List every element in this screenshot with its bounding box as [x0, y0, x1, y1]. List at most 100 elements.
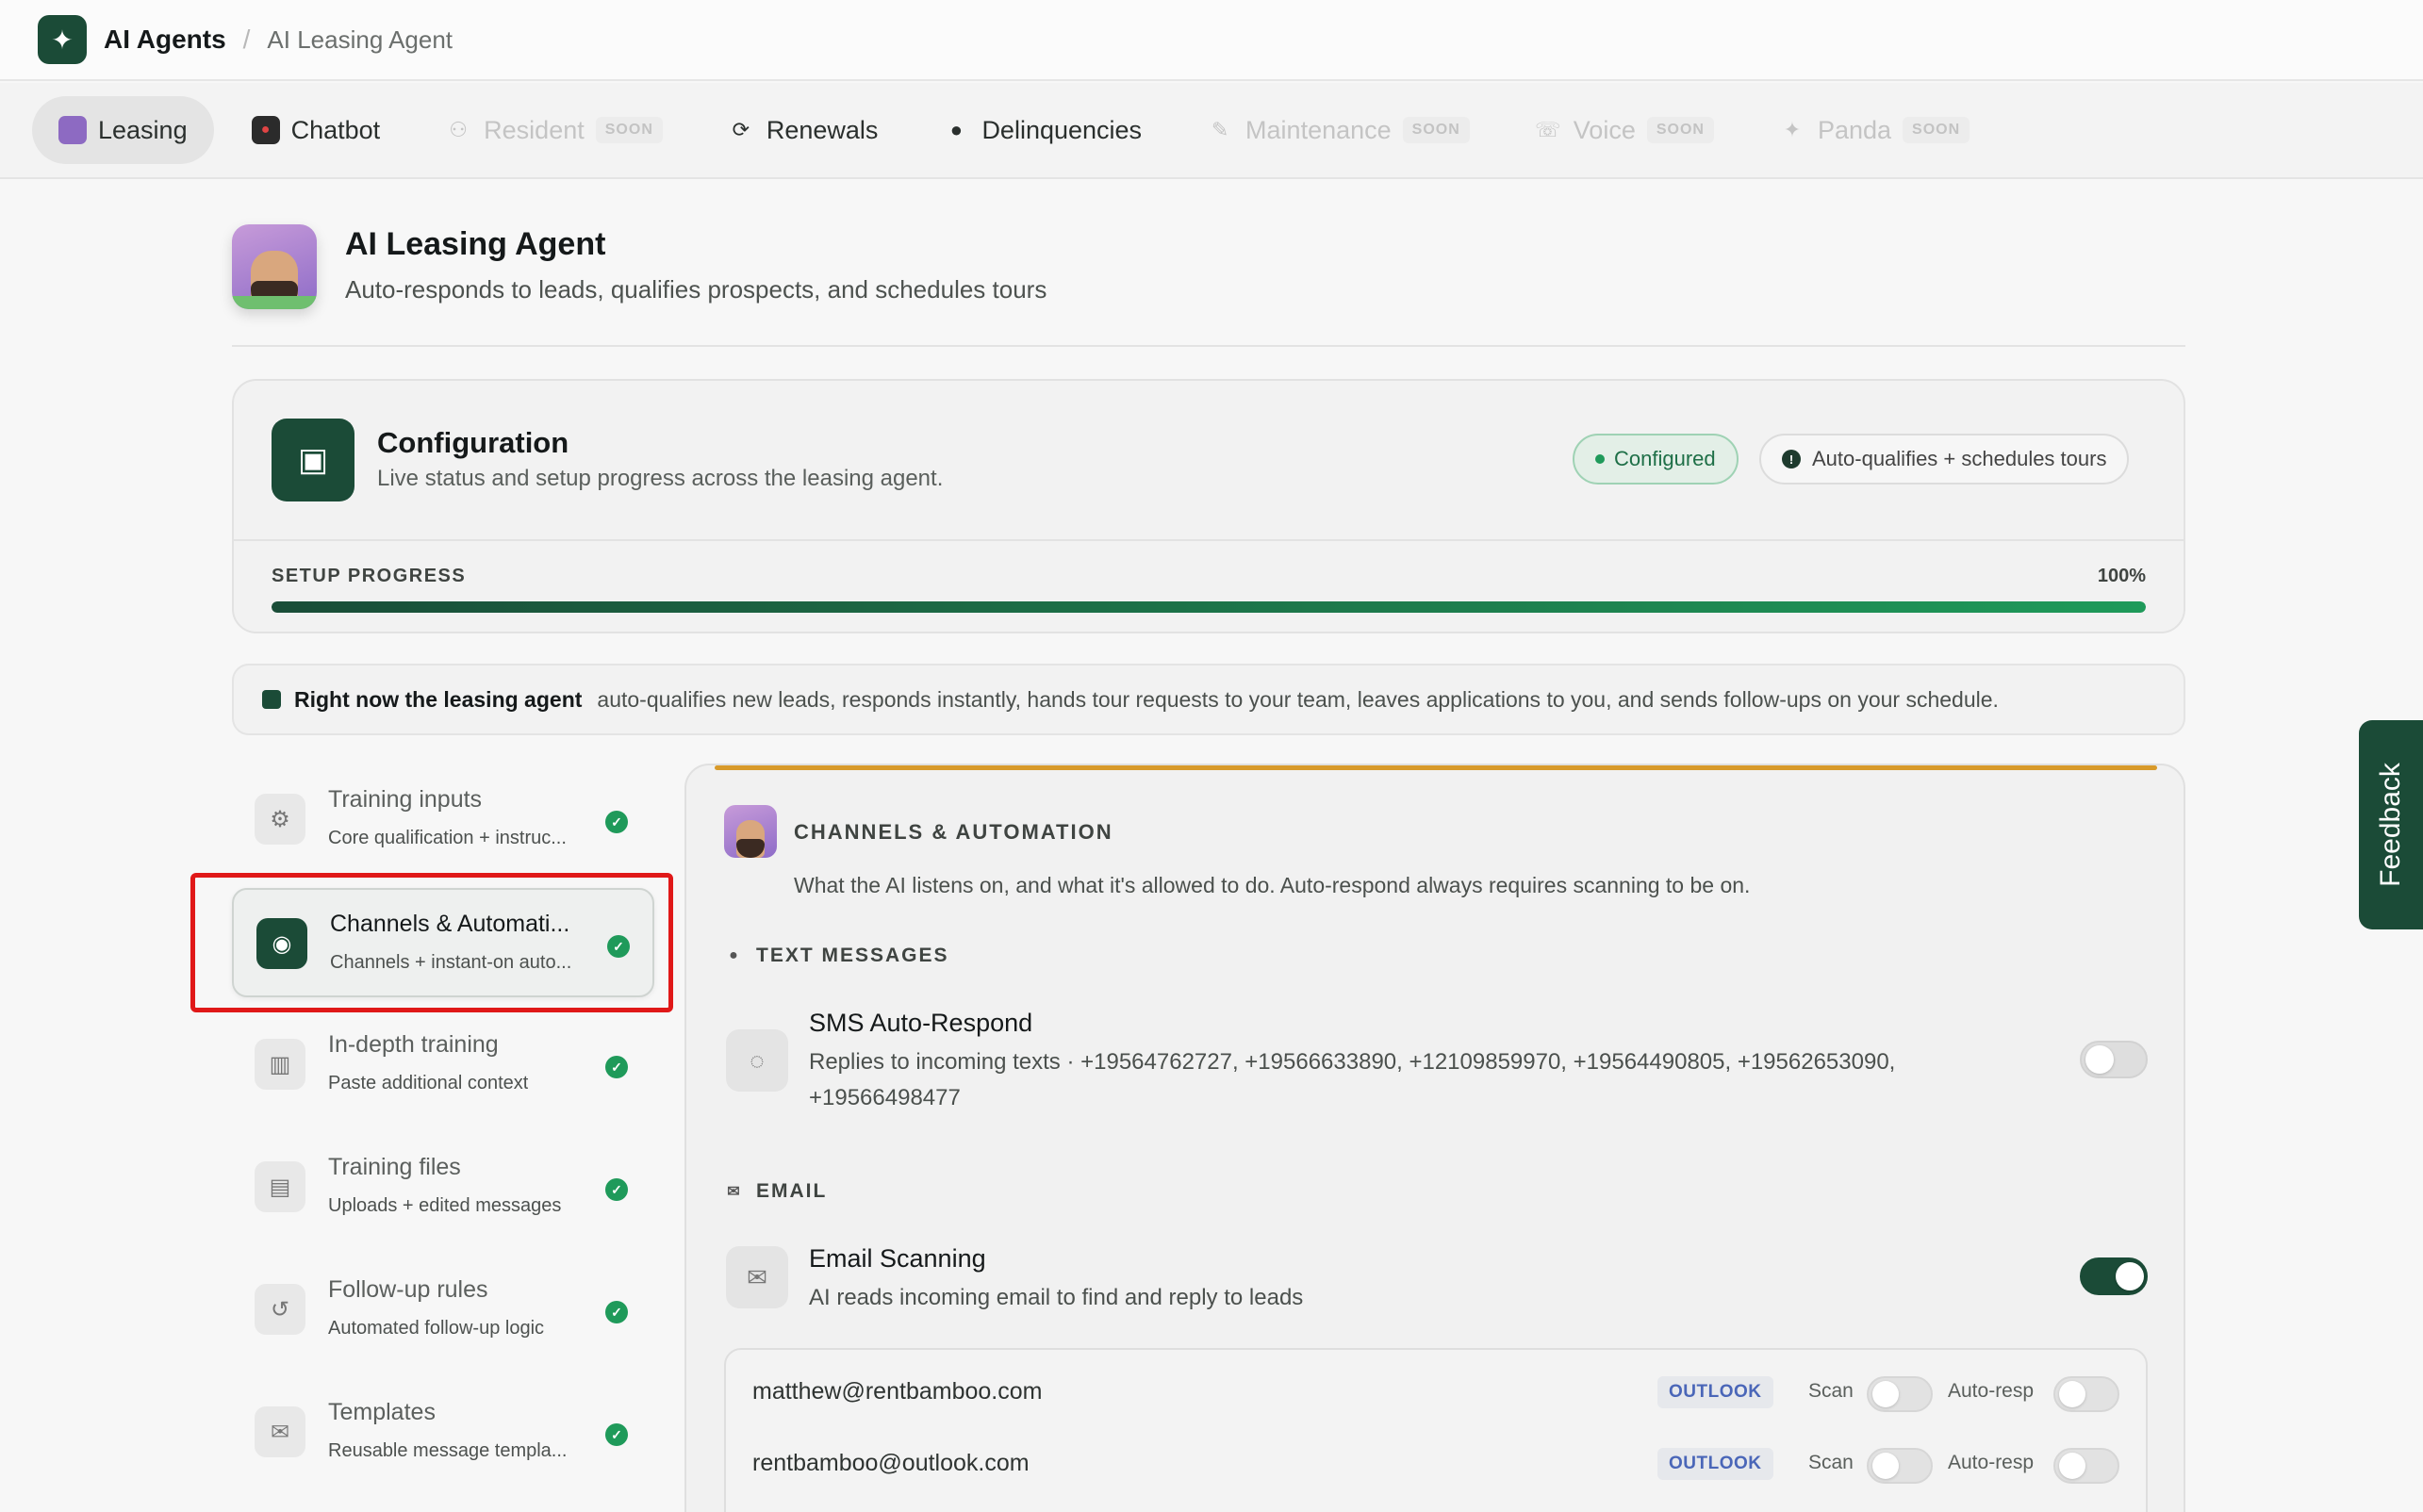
avatar-beard	[736, 839, 765, 858]
check-circle-icon: ✓	[605, 1056, 628, 1078]
tab-label: Renewals	[766, 115, 879, 144]
nav-item-sub: Automated follow-up logic	[328, 1318, 545, 1339]
gear-icon: ⚙	[255, 794, 305, 845]
auto-resp-label: Auto-resp	[1948, 1380, 2035, 1402]
tab-panda: ✦ Panda SOON	[1752, 96, 1996, 164]
resident-icon: ⚇	[449, 118, 469, 141]
configuration-title: Configuration	[377, 426, 569, 459]
history-icon: ↺	[255, 1284, 305, 1335]
email-scanning-description: AI reads incoming email to find and repl…	[809, 1285, 1304, 1310]
nav-item-follow-up-rules[interactable]: ↺ Follow-up rules Automated follow-up lo…	[232, 1256, 654, 1365]
nav-item-sub: Uploads + edited messages	[328, 1195, 562, 1216]
sparkle-icon: ✦	[1783, 118, 1802, 141]
section-text-messages: ● TEXT MESSAGES	[726, 945, 949, 967]
section-label: TEXT MESSAGES	[756, 945, 949, 966]
mode-badge: ! Auto-qualifies + schedules tours	[1759, 434, 2130, 485]
agent-avatar	[232, 224, 317, 309]
toggle-knob	[1872, 1381, 1899, 1407]
agent-avatar-small	[724, 805, 777, 858]
avatar-face	[736, 820, 765, 858]
breadcrumb-current: AI Leasing Agent	[267, 25, 453, 54]
leasing-avatar-icon	[58, 116, 87, 144]
list-item: rentbamboo@outlook.com OUTLOOK Scan Auto…	[726, 1437, 2146, 1493]
setup-progress-bar	[272, 601, 2146, 613]
calendar-icon	[262, 690, 281, 709]
toggle-knob	[2059, 1381, 2085, 1407]
nav-item-templates[interactable]: ✉ Templates Reusable message templa... ✓	[232, 1378, 654, 1487]
account-email: matthew@rentbamboo.com	[752, 1378, 1043, 1405]
scan-label: Scan	[1808, 1380, 1854, 1402]
soon-badge: SOON	[1646, 117, 1714, 143]
auto-resp-toggle[interactable]	[2053, 1376, 2119, 1412]
tab-resident: ⚇ Resident SOON	[418, 96, 689, 164]
nav-item-label: Training inputs	[328, 786, 483, 813]
account-email: rentbamboo@outlook.com	[752, 1450, 1030, 1476]
wrench-icon: ✎	[1211, 118, 1229, 141]
soon-badge: SOON	[1903, 117, 1970, 143]
auto-resp-label: Auto-resp	[1948, 1452, 2035, 1473]
auto-resp-toggle[interactable]	[2053, 1448, 2119, 1484]
nav-item-sub: Channels + instant-on auto...	[330, 952, 572, 973]
check-circle-icon: ✓	[607, 935, 630, 958]
scan-toggle[interactable]	[1867, 1376, 1933, 1412]
toggle-knob	[2116, 1262, 2144, 1290]
nav-item-training-files[interactable]: ▤ Training files Uploads + edited messag…	[232, 1133, 654, 1242]
soon-badge: SOON	[595, 117, 663, 143]
panel-description: What the AI listens on, and what it's al…	[794, 873, 1751, 897]
nav-item-in-depth-training[interactable]: ▥ In-depth training Paste additional con…	[232, 1011, 654, 1120]
check-circle-icon: ✓	[605, 811, 628, 833]
provider-badge: OUTLOOK	[1657, 1448, 1773, 1480]
sparkle-logo-icon[interactable]: ✦	[38, 15, 87, 64]
tab-label: Delinquencies	[981, 115, 1143, 144]
tab-delinquencies[interactable]: ● Delinquencies	[915, 96, 1168, 164]
robot-icon: ▣	[272, 419, 354, 501]
panel-accent-bar	[715, 765, 2157, 770]
nav-item-sub: Paste additional context	[328, 1073, 529, 1093]
tab-voice: ☏ Voice SOON	[1508, 96, 1740, 164]
envelope-open-icon: ✉	[726, 1246, 788, 1308]
header-divider	[232, 345, 2185, 347]
mode-badge-label: Auto-qualifies + schedules tours	[1812, 447, 2107, 470]
status-badge-label: Configured	[1614, 447, 1716, 470]
nav-item-channels-automation[interactable]: ◉ Channels & Automati... Channels + inst…	[232, 888, 654, 997]
sms-auto-respond-toggle[interactable]	[2080, 1041, 2148, 1078]
section-email: ✉ EMAIL	[726, 1180, 827, 1203]
email-accounts-list: matthew@rentbamboo.com OUTLOOK Scan Auto…	[724, 1348, 2148, 1512]
configuration-card: ▣ Configuration Live status and setup pr…	[232, 379, 2185, 633]
chatbot-icon: ●	[251, 116, 280, 144]
mail-icon: ✉	[727, 1184, 742, 1200]
sms-auto-respond-description: Replies to incoming texts · +19564762727…	[809, 1049, 1896, 1110]
configuration-subtitle: Live status and setup progress across th…	[377, 466, 944, 491]
section-label: EMAIL	[756, 1180, 828, 1202]
tab-chatbot[interactable]: ● Chatbot	[225, 96, 407, 164]
feedback-button[interactable]: Feedback	[2359, 720, 2423, 929]
toggle-knob	[2085, 1045, 2114, 1074]
setup-progress-percent: 100%	[2097, 566, 2146, 586]
tab-label: Panda	[1817, 115, 1892, 144]
tab-renewals[interactable]: ⟳ Renewals	[701, 96, 905, 164]
top-bar: ✦ AI Agents / AI Leasing Agent	[0, 0, 2423, 81]
configuration-divider	[234, 539, 2184, 541]
check-circle-icon: ✓	[605, 1301, 628, 1323]
email-scanning-title: Email Scanning	[809, 1244, 986, 1273]
tab-maintenance: ✎ Maintenance SOON	[1179, 96, 1496, 164]
email-scanning-toggle[interactable]	[2080, 1257, 2148, 1295]
list-item: matthew@rentbamboo.com OUTLOOK Scan Auto…	[726, 1365, 2146, 1422]
page-subtitle: Auto-responds to leads, qualifies prospe…	[345, 275, 1047, 304]
feedback-label: Feedback	[2375, 763, 2406, 887]
chat-bubble-icon: ●	[729, 947, 740, 963]
tab-leasing[interactable]: Leasing	[32, 96, 214, 164]
nav-item-label: Channels & Automati...	[330, 911, 570, 937]
nav-item-training-inputs[interactable]: ⚙ Training inputs Core qualification + i…	[232, 765, 654, 875]
breadcrumb-root[interactable]: AI Agents	[104, 25, 226, 55]
setup-progress-fill	[272, 601, 2146, 613]
phone-icon: ☏	[1535, 118, 1561, 141]
avatar-shirt	[232, 296, 317, 309]
channels-automation-panel: CHANNELS & AUTOMATION What the AI listen…	[684, 764, 2185, 1512]
alert-circle-icon: ●	[949, 118, 964, 141]
nav-item-label: Training files	[328, 1154, 461, 1180]
scan-toggle[interactable]	[1867, 1448, 1933, 1484]
nav-item-label: Follow-up rules	[328, 1276, 488, 1303]
nav-item-label: In-depth training	[328, 1031, 499, 1058]
check-circle-icon: ✓	[605, 1423, 628, 1446]
